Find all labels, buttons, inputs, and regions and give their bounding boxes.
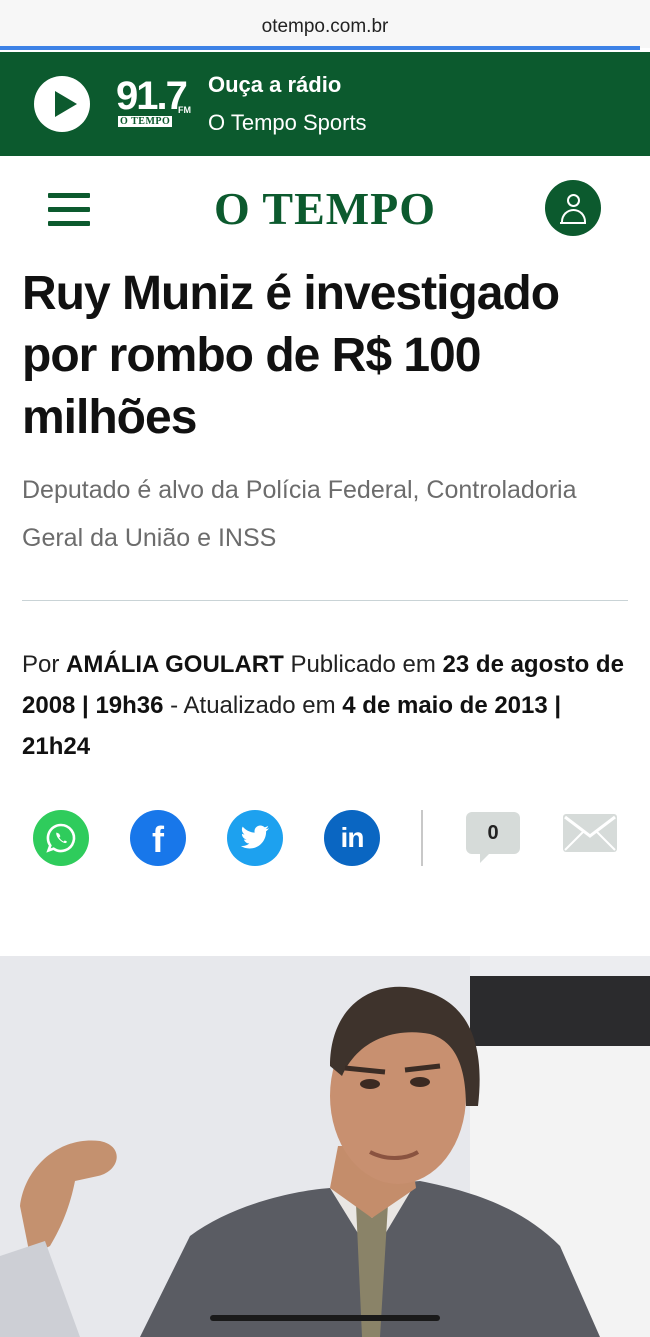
radio-frequency-unit: FM bbox=[178, 105, 191, 115]
comments-button[interactable]: 0 bbox=[466, 812, 520, 863]
divider bbox=[22, 600, 628, 601]
share-separator bbox=[421, 810, 423, 866]
radio-cta-line2[interactable]: O Tempo Sports bbox=[208, 110, 367, 136]
radio-brand-tag: O TEMPO bbox=[118, 116, 173, 127]
site-header: O TEMPO bbox=[0, 156, 650, 256]
article-photo[interactable] bbox=[0, 956, 650, 1337]
linkedin-icon: in bbox=[340, 822, 365, 853]
twitter-icon bbox=[227, 810, 283, 866]
linkedin-share-button[interactable]: in bbox=[324, 810, 380, 866]
radio-logo: 91.7 FM O TEMPO bbox=[116, 74, 196, 136]
radio-banner[interactable]: 91.7 FM O TEMPO Ouça a rádio O Tempo Spo… bbox=[0, 52, 650, 156]
home-indicator bbox=[210, 1315, 440, 1321]
article-title: Ruy Muniz é investigado por rombo de R$ … bbox=[22, 267, 560, 444]
article-byline: Por AMÁLIA GOULART Publicado em 23 de ag… bbox=[22, 644, 634, 767]
comment-count: 0 bbox=[487, 822, 499, 844]
facebook-share-button[interactable]: f bbox=[130, 810, 186, 866]
user-icon[interactable] bbox=[545, 180, 601, 236]
play-icon[interactable] bbox=[34, 76, 90, 132]
radio-cta-line1[interactable]: Ouça a rádio bbox=[208, 72, 341, 98]
envelope-icon[interactable] bbox=[563, 814, 617, 852]
byline-author[interactable]: AMÁLIA GOULART bbox=[66, 651, 284, 678]
page-load-progress bbox=[0, 46, 640, 50]
byline-separator: - bbox=[170, 692, 179, 719]
byline-by-label: Por bbox=[22, 651, 60, 678]
whatsapp-share-button[interactable] bbox=[33, 810, 89, 866]
byline-updated-label: Atualizado em bbox=[183, 692, 336, 719]
facebook-icon: f bbox=[152, 819, 164, 860]
twitter-share-button[interactable] bbox=[227, 810, 283, 866]
browser-address-bar[interactable]: otempo.com.br bbox=[0, 0, 650, 50]
byline-published-label: Publicado em bbox=[290, 651, 436, 678]
whatsapp-icon bbox=[33, 810, 89, 866]
article-subtitle: Deputado é alvo da Polícia Federal, Cont… bbox=[22, 476, 577, 552]
radio-frequency: 91.7 bbox=[116, 74, 188, 118]
url-text[interactable]: otempo.com.br bbox=[0, 16, 650, 38]
